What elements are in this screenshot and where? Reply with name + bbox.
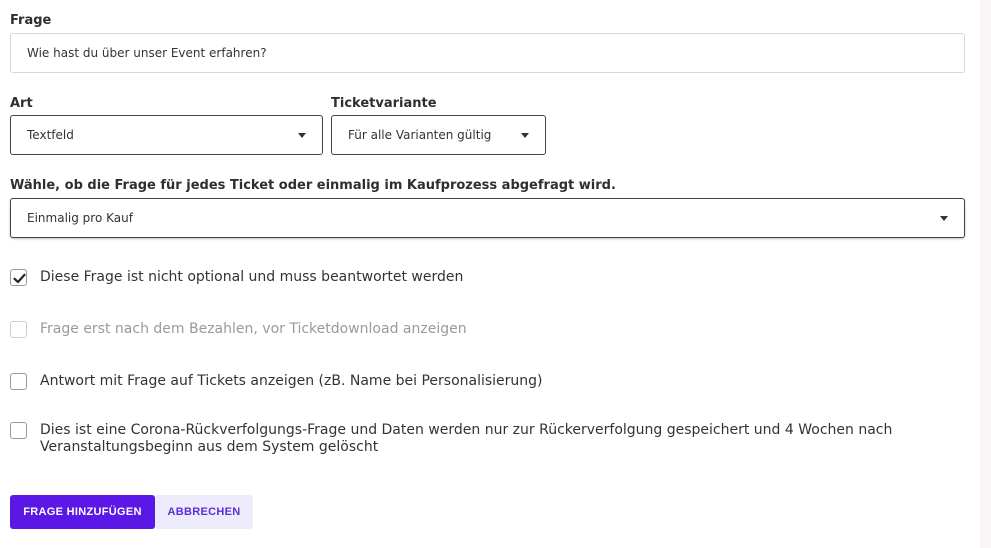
ticket-variant-label: Ticketvariante (331, 96, 437, 111)
option-after-payment: Frage erst nach dem Bezahlen, vor Ticket… (10, 321, 950, 338)
right-edge-panel (980, 0, 991, 548)
type-select[interactable]: Textfeld (10, 115, 323, 155)
corona-tracing-checkbox[interactable] (10, 422, 27, 439)
question-input[interactable]: Wie hast du über unser Event erfahren? (10, 33, 965, 73)
chevron-down-icon (298, 133, 306, 138)
corona-tracing-label: Dies ist eine Corona-Rückverfolgungs-Fra… (40, 422, 893, 455)
ticket-variant-select-value: Für alle Varianten gültig (348, 128, 492, 142)
checkmark-icon (13, 273, 26, 284)
question-label: Frage (10, 13, 52, 28)
option-corona-tracing[interactable]: Dies ist eine Corona-Rückverfolgungs-Fra… (10, 422, 950, 456)
after-payment-checkbox (10, 321, 27, 338)
type-select-value: Textfeld (27, 128, 74, 142)
frequency-label: Wähle, ob die Frage für jedes Ticket ode… (10, 178, 616, 193)
show-on-ticket-label: Antwort mit Frage auf Tickets anzeigen (… (40, 373, 543, 389)
type-label: Art (10, 96, 33, 111)
chevron-down-icon (521, 133, 529, 138)
option-required[interactable]: Diese Frage ist nicht optional und muss … (10, 269, 950, 286)
question-form: Frage Wie hast du über unser Event erfah… (0, 0, 991, 548)
question-input-value: Wie hast du über unser Event erfahren? (27, 46, 267, 60)
frequency-select[interactable]: Einmalig pro Kauf (10, 198, 965, 238)
chevron-down-icon (940, 216, 948, 221)
add-question-button[interactable]: FRAGE HINZUFÜGEN (10, 495, 155, 529)
option-show-on-ticket[interactable]: Antwort mit Frage auf Tickets anzeigen (… (10, 373, 950, 390)
required-checkbox[interactable] (10, 269, 27, 286)
show-on-ticket-checkbox[interactable] (10, 373, 27, 390)
cancel-button[interactable]: ABBRECHEN (155, 495, 253, 529)
after-payment-label: Frage erst nach dem Bezahlen, vor Ticket… (40, 321, 467, 337)
required-label: Diese Frage ist nicht optional und muss … (40, 269, 464, 285)
ticket-variant-select[interactable]: Für alle Varianten gültig (331, 115, 546, 155)
frequency-select-value: Einmalig pro Kauf (27, 211, 133, 225)
